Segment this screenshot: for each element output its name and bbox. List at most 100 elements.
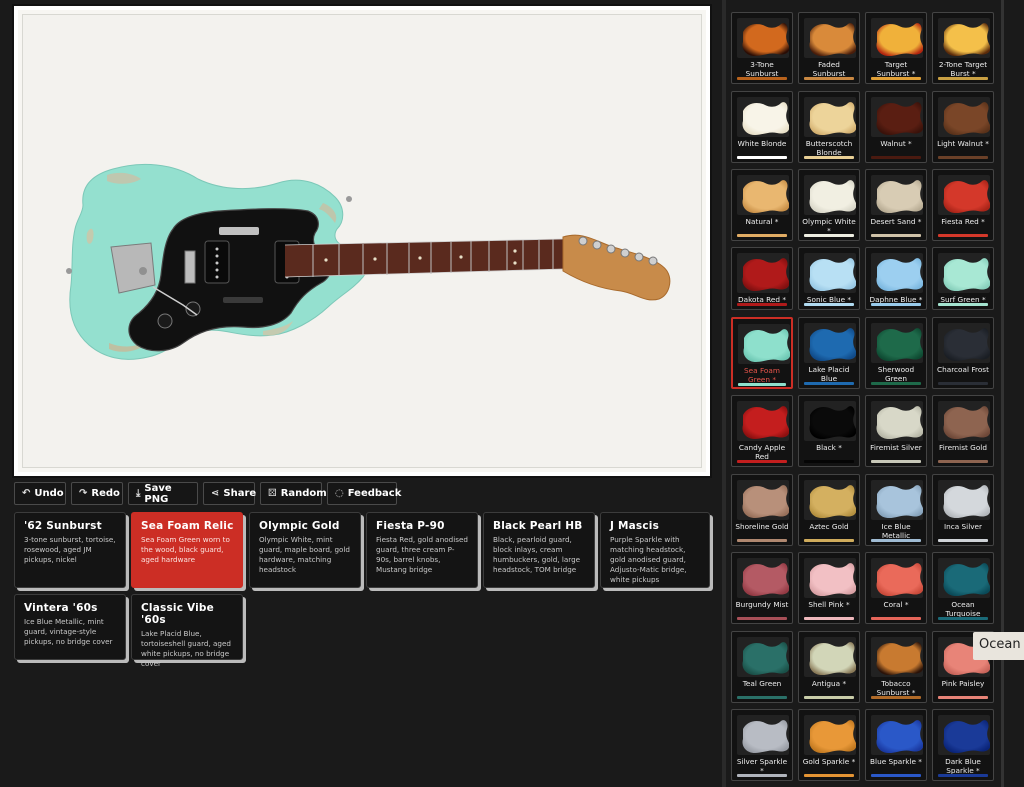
preset-card[interactable]: J Mascis Purple Sparkle with matching hea…	[600, 512, 710, 588]
swatch-3-tone-sunburst[interactable]: 3-Tone Sunburst	[731, 12, 793, 84]
speech-bubble-icon: ◌	[335, 488, 344, 499]
swatch-thumbnail	[804, 97, 856, 137]
swatch-label: Antigua *	[811, 679, 847, 688]
swatch-color-bar	[938, 382, 988, 385]
swatch-teal-green[interactable]: Teal Green	[731, 631, 793, 703]
guitar-preview-frame	[14, 6, 710, 476]
swatch-color-bar	[737, 460, 787, 463]
swatch-color-bar	[737, 303, 787, 306]
swatch-color-bar	[871, 234, 921, 237]
swatch-color-bar	[804, 77, 854, 80]
swatch-coral[interactable]: Coral *	[865, 552, 927, 624]
random-button[interactable]: ⚄ Random	[260, 482, 327, 505]
swatch-sea-foam-green[interactable]: Sea Foam Green *	[731, 317, 793, 389]
preset-card[interactable]: Classic Vibe '60s Lake Placid Blue, torto…	[131, 594, 243, 668]
preset-description: Black, pearloid guard, block inlays, cre…	[493, 535, 581, 575]
swatch-silver-sparkle[interactable]: Silver Sparkle *	[731, 709, 793, 781]
swatch-thumbnail	[871, 401, 923, 441]
swatch-tobacco-sunburst[interactable]: Tobacco Sunburst *	[865, 631, 927, 703]
swatch-thumbnail	[804, 323, 856, 363]
preset-description: 3-tone sunburst, tortoise, rosewood, age…	[24, 535, 116, 565]
swatch-black[interactable]: Black *	[798, 395, 860, 467]
swatch-firemist-silver[interactable]: Firemist Silver	[865, 395, 927, 467]
swatch-color-bar	[737, 774, 787, 777]
headstock	[562, 234, 671, 301]
feedback-button[interactable]: ◌ Feedback	[327, 482, 401, 505]
swatch-target-sunburst[interactable]: Target Sunburst *	[865, 12, 927, 84]
swatch-label: Faded Sunburst	[812, 60, 846, 78]
swatch-color-bar	[737, 617, 787, 620]
save-png-button[interactable]: ⤓ Save PNG	[128, 482, 198, 505]
share-button[interactable]: ⋖ Share	[203, 482, 256, 505]
swatch-label: Firemist Silver	[870, 443, 922, 452]
swatch-color-bar	[804, 774, 854, 777]
swatch-label: Aztec Gold	[809, 522, 849, 531]
swatch-color-bar	[938, 234, 988, 237]
swatch-fiesta-red[interactable]: Fiesta Red *	[932, 169, 994, 241]
swatch-ocean-turquoise[interactable]: Ocean Turquoise	[932, 552, 994, 624]
swatch-blue-sparkle[interactable]: Blue Sparkle *	[865, 709, 927, 781]
swatch-butterscotch-blonde[interactable]: Butterscotch Blonde	[798, 91, 860, 163]
swatch-label: Natural *	[745, 217, 779, 226]
swatch-label: Lake Placid Blue	[808, 365, 850, 383]
swatch-candy-apple-red[interactable]: Candy Apple Red	[731, 395, 793, 467]
swatch-aztec-gold[interactable]: Aztec Gold	[798, 474, 860, 546]
undo-button[interactable]: ↶ Undo	[14, 482, 66, 505]
preset-card[interactable]: Vintera '60s Ice Blue Metallic, mint guar…	[14, 594, 126, 660]
guitar-neck	[285, 239, 563, 277]
swatch-charcoal-frost[interactable]: Charcoal Frost	[932, 317, 994, 389]
swatch-color-bar	[804, 382, 854, 385]
swatch-shoreline-gold[interactable]: Shoreline Gold	[731, 474, 793, 546]
swatch-antigua[interactable]: Antigua *	[798, 631, 860, 703]
swatch-daphne-blue[interactable]: Daphne Blue *	[865, 247, 927, 310]
preset-card[interactable]: Sea Foam Relic Sea Foam Green worn to the…	[131, 512, 243, 588]
toolbar-button-label: Feedback	[347, 488, 402, 499]
swatch-inca-silver[interactable]: Inca Silver	[932, 474, 994, 546]
toolbar-button-label: Undo	[34, 488, 64, 499]
swatch-color-bar	[737, 539, 787, 542]
swatch-burgundy-mist[interactable]: Burgundy Mist	[731, 552, 793, 624]
dice-icon: ⚄	[268, 488, 277, 499]
swatch-color-bar	[804, 303, 854, 306]
swatch-thumbnail	[871, 175, 923, 215]
swatch-dark-blue-sparkle[interactable]: Dark Blue Sparkle *	[932, 709, 994, 781]
swatch-2-tone-target-burst[interactable]: 2-Tone Target Burst *	[932, 12, 994, 84]
swatch-gold-sparkle[interactable]: Gold Sparkle *	[798, 709, 860, 781]
swatch-light-walnut[interactable]: Light Walnut *	[932, 91, 994, 163]
swatch-sherwood-green[interactable]: Sherwood Green	[865, 317, 927, 389]
swatch-dakota-red[interactable]: Dakota Red *	[731, 247, 793, 310]
swatch-firemist-gold[interactable]: Firemist Gold	[932, 395, 994, 467]
redo-button[interactable]: ↷ Redo	[71, 482, 123, 505]
preset-name: Sea Foam Relic	[141, 520, 234, 532]
swatch-ice-blue-metallic[interactable]: Ice Blue Metallic	[865, 474, 927, 546]
swatch-surf-green[interactable]: Surf Green *	[932, 247, 994, 310]
swatch-color-bar	[938, 77, 988, 80]
share-icon: ⋖	[211, 488, 220, 499]
swatch-thumbnail	[871, 637, 923, 677]
swatch-label: Pink Paisley	[941, 679, 985, 688]
guitar-preview-canvas	[22, 14, 702, 468]
preset-card[interactable]: '62 Sunburst 3-tone sunburst, tortoise, r…	[14, 512, 126, 588]
panel-divider	[722, 0, 726, 787]
swatch-panel-scrollbar[interactable]	[1001, 0, 1004, 787]
swatch-lake-placid-blue[interactable]: Lake Placid Blue	[798, 317, 860, 389]
swatch-desert-sand[interactable]: Desert Sand *	[865, 169, 927, 241]
preset-card[interactable]: Olympic Gold Olympic White, mint guard, m…	[249, 512, 361, 588]
swatch-sonic-blue[interactable]: Sonic Blue *	[798, 247, 860, 310]
swatch-color-bar	[738, 383, 786, 386]
preset-card[interactable]: Fiesta P-90 Fiesta Red, gold anodised gua…	[366, 512, 478, 588]
preset-name: Olympic Gold	[259, 520, 340, 532]
swatch-thumbnail	[737, 253, 789, 293]
swatch-thumbnail	[804, 558, 856, 598]
swatch-olympic-white[interactable]: Olympic White *	[798, 169, 860, 241]
swatch-white-blonde[interactable]: White Blonde	[731, 91, 793, 163]
swatch-color-bar	[804, 617, 854, 620]
swatch-faded-sunburst[interactable]: Faded Sunburst	[798, 12, 860, 84]
swatch-color-bar	[804, 234, 854, 237]
preset-name: '62 Sunburst	[24, 520, 102, 532]
swatch-natural[interactable]: Natural *	[731, 169, 793, 241]
swatch-walnut[interactable]: Walnut *	[865, 91, 927, 163]
swatch-shell-pink[interactable]: Shell Pink *	[798, 552, 860, 624]
swatch-thumbnail	[871, 97, 923, 137]
preset-card[interactable]: Black Pearl HB Black, pearloid guard, blo…	[483, 512, 595, 588]
